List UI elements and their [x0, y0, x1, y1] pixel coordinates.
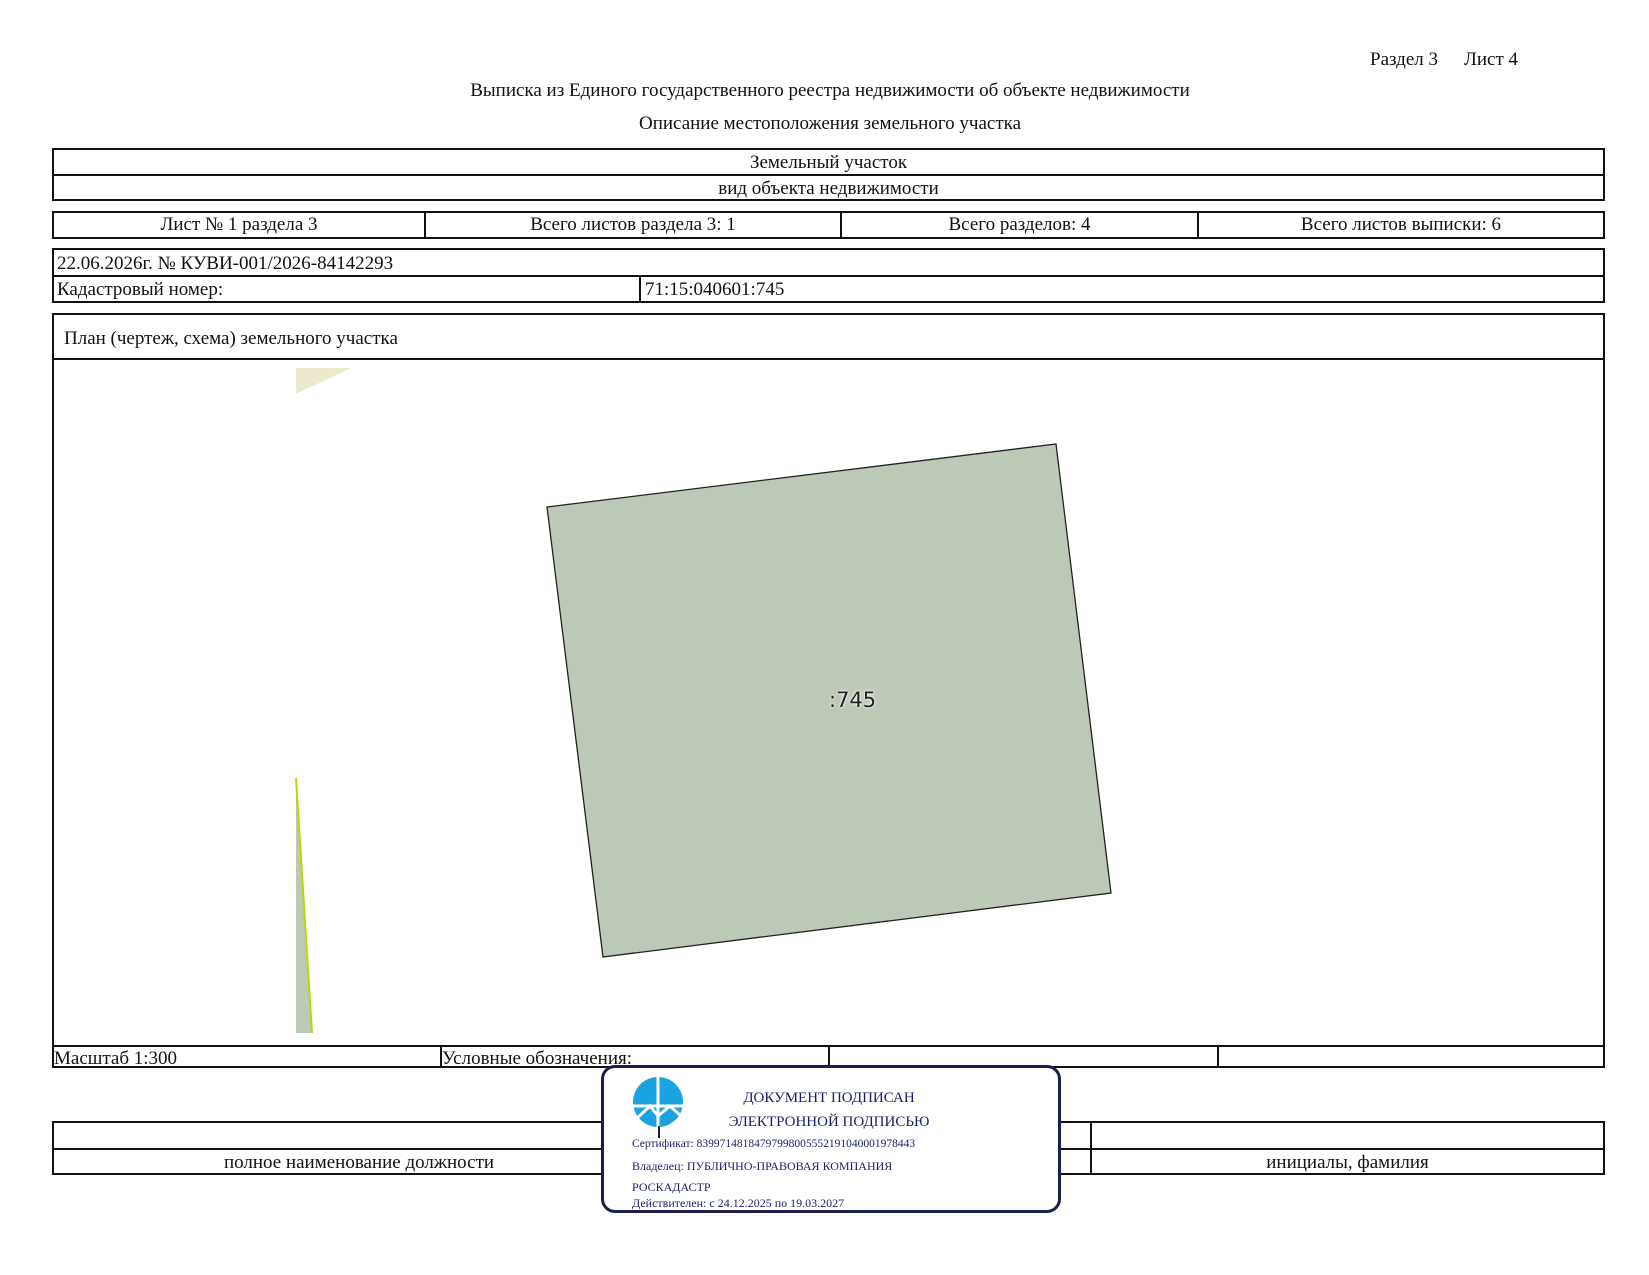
total-sections: Всего разделов: 4	[948, 214, 1091, 235]
scale-label: Масштаб 1:300	[54, 1048, 178, 1069]
document-subtitle: Описание местоположения земельного участ…	[638, 113, 1022, 134]
stamp-owner-org: РОСКАДАСТР	[632, 1180, 711, 1194]
stamp-line2: ЭЛЕКТРОННОЙ ПОДПИСЬЮ	[728, 1114, 930, 1130]
electronic-signature-stamp: ДОКУМЕНТ ПОДПИСАН ЭЛЕКТРОННОЙ ПОДПИСЬЮ С…	[601, 1065, 1061, 1213]
position-caption: полное наименование должности	[223, 1152, 495, 1173]
plan-title: План (чертеж, схема) земельного участка	[64, 328, 398, 349]
record-table: 22.06.2026г. № КУВИ-001/2026-84142293 Ка…	[52, 248, 1605, 303]
object-type-table: Земельный участок вид объекта недвижимос…	[52, 148, 1605, 201]
name-caption: инициалы, фамилия	[1266, 1152, 1429, 1173]
sheets-info-table: Лист № 1 раздела 3 Всего листов раздела …	[52, 211, 1605, 239]
legend-label: Условные обозначения:	[442, 1048, 633, 1069]
neighbor-parcel-top	[296, 368, 351, 394]
stamp-owner: Владелец: ПУБЛИЧНО-ПРАВОВАЯ КОМПАНИЯ	[632, 1159, 893, 1173]
stamp-line1: ДОКУМЕНТ ПОДПИСАН	[743, 1090, 915, 1106]
cadastral-label: Кадастровый номер:	[57, 279, 224, 300]
roskadastr-logo-icon	[632, 1076, 684, 1128]
section-number: Раздел 3	[1370, 49, 1438, 70]
document-title: Выписка из Единого государственного реес…	[470, 80, 1190, 101]
object-type-value: Земельный участок	[749, 152, 908, 173]
stamp-validity: Действителен: с 24.12.2025 по 19.03.2027	[632, 1196, 845, 1210]
sheet-no: Лист № 1 раздела 3	[160, 214, 318, 235]
sheet-number: Лист 4	[1464, 49, 1519, 70]
cadastral-number: 71:15:040601:745	[645, 279, 785, 300]
stamp-certificate: Сертификат: 8399714818479799800555219104…	[632, 1138, 916, 1150]
record-date-number: 22.06.2026г. № КУВИ-001/2026-84142293	[57, 253, 394, 274]
object-type-caption: вид объекта недвижимости	[718, 178, 939, 199]
logo-tick	[658, 1126, 660, 1138]
parcel-label: :745	[829, 688, 877, 712]
total-section-sheets: Всего листов раздела 3: 1	[530, 214, 736, 235]
total-extract-sheets: Всего листов выписки: 6	[1300, 214, 1502, 235]
